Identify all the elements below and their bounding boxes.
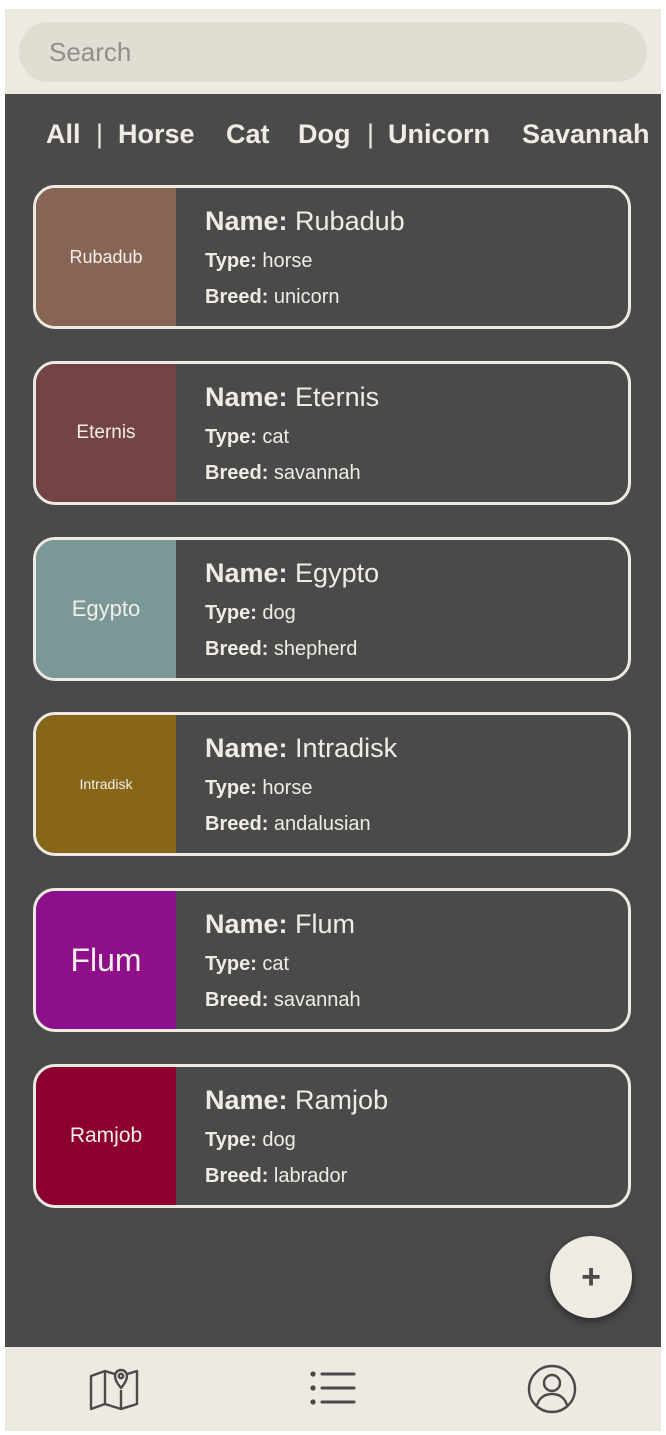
pet-name: Ramjob — [295, 1085, 389, 1115]
pet-breed: andalusian — [273, 813, 371, 835]
filter-divider: | — [96, 119, 104, 149]
pet-thumbnail: Flum — [36, 891, 176, 1029]
list-icon — [310, 1371, 356, 1405]
filter-dog[interactable]: Dog — [298, 119, 350, 150]
name-label: Name: — [205, 1085, 288, 1115]
breed-label: Breed: — [205, 286, 269, 308]
type-label: Type: — [205, 250, 257, 272]
top-bar — [5, 9, 661, 94]
breed-label: Breed: — [205, 989, 269, 1011]
pet-type: cat — [262, 953, 290, 975]
nav-list-button[interactable] — [293, 1347, 373, 1431]
pet-card[interactable]: Flum Name: Flum Type: cat Breed: savanna… — [33, 888, 631, 1032]
type-label: Type: — [205, 777, 257, 799]
pet-name: Intradisk — [295, 733, 398, 763]
thumbnail-label: Intradisk — [79, 776, 133, 792]
pet-type: dog — [262, 1129, 296, 1151]
profile-icon — [527, 1364, 577, 1414]
app-screen: All | Horse Cat Dog | Unicorn Savannah R… — [5, 9, 661, 1431]
pet-name: Eternis — [295, 382, 380, 412]
thumbnail-label: Flum — [70, 941, 142, 978]
filter-cat[interactable]: Cat — [226, 119, 270, 150]
name-label: Name: — [205, 382, 288, 412]
type-label: Type: — [205, 426, 257, 448]
breed-label: Breed: — [205, 638, 269, 660]
map-icon — [89, 1368, 139, 1411]
pet-name: Rubadub — [295, 206, 405, 236]
pet-breed: labrador — [273, 1165, 348, 1187]
pet-card[interactable]: Eternis Name: Eternis Type: cat Breed: s… — [33, 361, 631, 505]
thumbnail-label: Rubadub — [69, 246, 143, 267]
filter-bar: All | Horse Cat Dog | Unicorn Savannah — [5, 105, 661, 157]
pet-thumbnail: Intradisk — [36, 715, 176, 853]
plus-icon: + — [581, 1257, 601, 1296]
pet-card[interactable]: Intradisk Name: Intradisk Type: horse Br… — [33, 712, 631, 856]
pet-thumbnail: Egypto — [36, 540, 176, 678]
pet-breed: savannah — [273, 989, 361, 1011]
pet-breed: shepherd — [273, 638, 358, 660]
breed-label: Breed: — [205, 813, 269, 835]
name-label: Name: — [205, 909, 288, 939]
pet-type: cat — [262, 426, 290, 448]
type-label: Type: — [205, 602, 257, 624]
pet-card[interactable]: Rubadub Name: Rubadub Type: horse Breed:… — [33, 185, 631, 329]
pet-breed: savannah — [273, 462, 361, 484]
type-label: Type: — [205, 953, 257, 975]
filter-horse[interactable]: Horse — [118, 119, 195, 150]
name-label: Name: — [205, 558, 288, 588]
nav-profile-button[interactable] — [512, 1347, 592, 1431]
search-bar[interactable] — [19, 22, 647, 82]
search-input[interactable] — [47, 35, 647, 69]
thumbnail-label: Ramjob — [69, 1124, 143, 1147]
pet-breed: unicorn — [273, 286, 340, 308]
pet-type: horse — [262, 777, 313, 799]
type-label: Type: — [205, 1129, 257, 1151]
name-label: Name: — [205, 733, 288, 763]
bottom-nav — [5, 1347, 661, 1431]
breed-label: Breed: — [205, 1165, 269, 1187]
pet-card[interactable]: Egypto Name: Egypto Type: dog Breed: she… — [33, 537, 631, 681]
pet-type: dog — [262, 602, 296, 624]
filter-savannah[interactable]: Savannah — [522, 119, 650, 150]
add-pet-button[interactable]: + — [550, 1236, 632, 1318]
name-label: Name: — [205, 206, 288, 236]
filter-all[interactable]: All — [46, 119, 81, 150]
nav-map-button[interactable] — [74, 1347, 154, 1431]
pet-type: horse — [262, 250, 313, 272]
pet-name: Egypto — [295, 558, 380, 588]
pet-name: Flum — [295, 909, 356, 939]
thumbnail-label: Eternis — [76, 422, 136, 443]
pet-card[interactable]: Ramjob Name: Ramjob Type: dog Breed: lab… — [33, 1064, 631, 1208]
thumbnail-label: Egypto — [71, 596, 141, 621]
filter-unicorn[interactable]: Unicorn — [388, 119, 490, 150]
pet-thumbnail: Ramjob — [36, 1067, 176, 1205]
breed-label: Breed: — [205, 462, 269, 484]
pet-thumbnail: Rubadub — [36, 188, 176, 326]
filter-divider: | — [367, 119, 375, 149]
pet-thumbnail: Eternis — [36, 364, 176, 502]
